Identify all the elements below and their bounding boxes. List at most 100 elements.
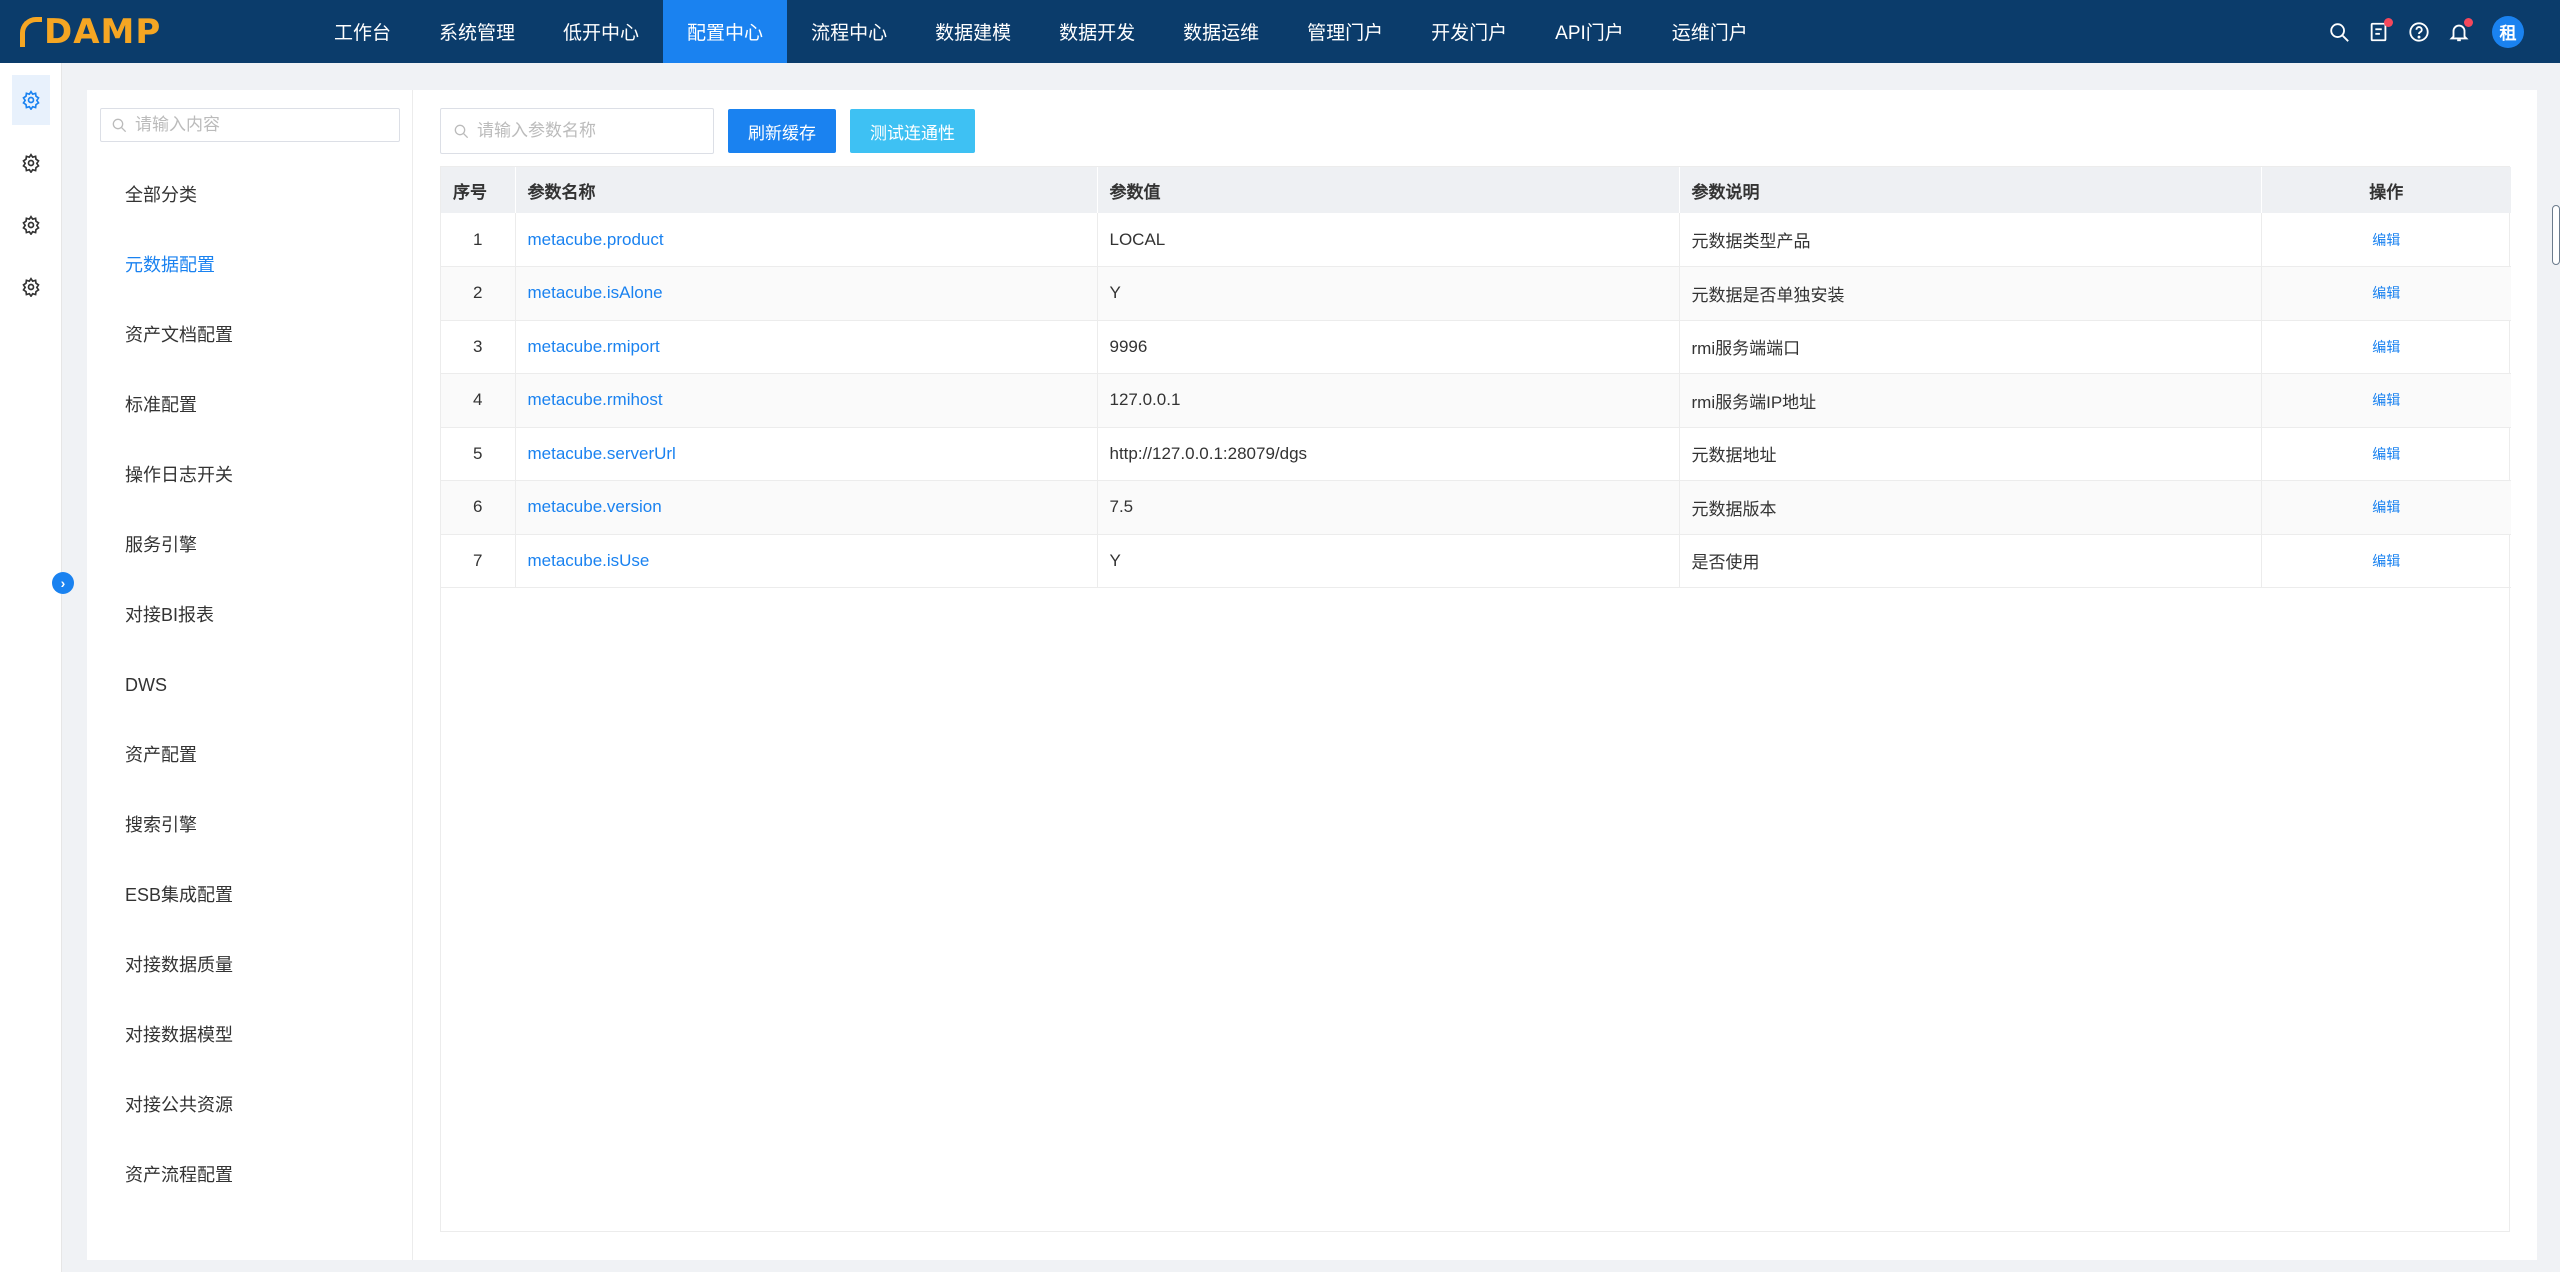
category-item[interactable]: ESB集成配置 — [87, 860, 413, 930]
row-number: 2 — [441, 266, 516, 320]
param-desc: 是否使用 — [1679, 534, 2262, 588]
nav-item-5[interactable]: 数据建模 — [911, 0, 1035, 63]
help-icon[interactable] — [2408, 21, 2430, 43]
table-row: 5 metacube.serverUrl http://127.0.0.1:2807… — [441, 427, 2511, 481]
table-header-row: 序号 参数名称 参数值 参数说明 操作 — [441, 167, 2511, 213]
nav-item-6[interactable]: 数据开发 — [1035, 0, 1159, 63]
edit-button[interactable]: 编辑 — [2372, 499, 2400, 515]
table-row: 6 metacube.version 7.5 元数据版本 编辑 — [441, 480, 2511, 534]
nav-item-4[interactable]: 流程中心 — [787, 0, 911, 63]
param-value: http://127.0.0.1:28079/dgs — [1097, 427, 1680, 481]
param-name[interactable]: metacube.rmihost — [515, 373, 1098, 427]
param-desc: rmi服务端端口 — [1679, 320, 2262, 374]
table-row: 7 metacube.isUse Y 是否使用 编辑 — [441, 534, 2511, 588]
chevron-right-icon: › — [60, 575, 66, 591]
nav-item-8[interactable]: 管理门户 — [1283, 0, 1407, 63]
param-value: 9996 — [1097, 320, 1680, 374]
param-name[interactable]: metacube.serverUrl — [515, 427, 1098, 481]
edit-button[interactable]: 编辑 — [2372, 553, 2400, 569]
category-item[interactable]: 标准配置 — [87, 370, 413, 440]
category-item[interactable]: 资产配置 — [87, 720, 413, 790]
bell-icon[interactable] — [2448, 17, 2473, 43]
param-value: Y — [1097, 534, 1680, 588]
logo-text: DAMP — [44, 12, 162, 52]
param-value: 7.5 — [1097, 480, 1680, 534]
param-desc: 元数据地址 — [1679, 427, 2262, 481]
action-cell: 编辑 — [2261, 534, 2511, 588]
top-toolbar: 租 — [2328, 0, 2524, 63]
user-avatar[interactable]: 租 — [2492, 15, 2524, 48]
header-name: 参数名称 — [515, 167, 1098, 213]
edit-button[interactable]: 编辑 — [2372, 392, 2400, 408]
row-number: 4 — [441, 373, 516, 427]
nav-item-7[interactable]: 数据运维 — [1159, 0, 1283, 63]
logo-mark-icon — [20, 17, 42, 47]
row-number: 7 — [441, 534, 516, 588]
category-item[interactable]: 资产流程配置 — [87, 1140, 413, 1210]
app-logo[interactable]: DAMP — [20, 12, 162, 52]
expand-sidebar-button[interactable]: › — [52, 572, 74, 594]
category-item[interactable]: 对接BI报表 — [87, 580, 413, 650]
category-item[interactable]: 服务引擎 — [87, 510, 413, 580]
nav-item-2[interactable]: 低开中心 — [539, 0, 663, 63]
rail-item-2[interactable] — [12, 138, 50, 188]
table-row: 2 metacube.isAlone Y 元数据是否单独安装 编辑 — [441, 266, 2511, 320]
test-connection-button[interactable]: 测试连通性 — [850, 109, 975, 153]
param-desc: rmi服务端IP地址 — [1679, 373, 2262, 427]
category-item[interactable]: DWS — [87, 650, 413, 720]
param-search-input[interactable] — [477, 121, 713, 141]
table-row: 3 metacube.rmiport 9996 rmi服务端端口 编辑 — [441, 320, 2511, 374]
row-number: 6 — [441, 480, 516, 534]
refresh-cache-button[interactable]: 刷新缓存 — [728, 109, 836, 153]
nav-item-10[interactable]: API门户 — [1531, 0, 1648, 63]
param-search — [440, 108, 714, 154]
edit-button[interactable]: 编辑 — [2372, 232, 2400, 248]
category-item[interactable]: 对接数据模型 — [87, 1000, 413, 1070]
category-item[interactable]: 全部分类 — [87, 160, 413, 230]
header-desc: 参数说明 — [1679, 167, 2262, 213]
category-item[interactable]: 对接公共资源 — [87, 1070, 413, 1140]
param-name[interactable]: metacube.rmiport — [515, 320, 1098, 374]
rail-item-4[interactable] — [12, 262, 50, 312]
category-search — [100, 108, 400, 142]
header-action: 操作 — [2369, 182, 2404, 202]
param-value: Y — [1097, 266, 1680, 320]
top-bar: DAMP 工作台 系统管理 低开中心 配置中心 流程中心 数据建模 数据开发 数据运维 管理门户… — [0, 0, 2560, 63]
gear-icon — [22, 215, 40, 235]
row-number: 3 — [441, 320, 516, 374]
category-item[interactable]: 资产文档配置 — [87, 300, 413, 370]
action-cell: 编辑 — [2261, 427, 2511, 481]
category-search-input[interactable] — [135, 115, 399, 135]
category-item[interactable]: 操作日志开关 — [87, 440, 413, 510]
nav-item-9[interactable]: 开发门户 — [1407, 0, 1531, 63]
category-item[interactable]: 元数据配置 — [87, 230, 413, 300]
category-item[interactable]: 搜索引擎 — [87, 790, 413, 860]
left-rail — [0, 63, 62, 1272]
nav-item-0[interactable]: 工作台 — [310, 0, 415, 63]
page-scrollbar[interactable] — [2552, 205, 2560, 265]
rail-item-1[interactable] — [12, 75, 50, 125]
param-name[interactable]: metacube.isAlone — [515, 266, 1098, 320]
nav-item-3[interactable]: 配置中心 — [663, 0, 788, 63]
header-value: 参数值 — [1097, 167, 1680, 213]
param-name[interactable]: metacube.isUse — [515, 534, 1098, 588]
edit-button[interactable]: 编辑 — [2372, 285, 2400, 301]
param-name[interactable]: metacube.version — [515, 480, 1098, 534]
rail-item-3[interactable] — [12, 200, 50, 250]
param-desc: 元数据版本 — [1679, 480, 2262, 534]
nav-item-1[interactable]: 系统管理 — [415, 0, 539, 63]
category-item[interactable]: 对接数据质量 — [87, 930, 413, 1000]
search-icon — [111, 117, 127, 133]
nav-item-11[interactable]: 运维门户 — [1648, 0, 1772, 63]
search-icon[interactable] — [2328, 21, 2350, 43]
action-cell: 编辑 — [2261, 320, 2511, 374]
row-number: 1 — [441, 213, 516, 267]
edit-button[interactable]: 编辑 — [2372, 339, 2400, 355]
gear-icon — [22, 153, 40, 173]
header-no: 序号 — [441, 167, 516, 213]
edit-button[interactable]: 编辑 — [2372, 446, 2400, 462]
param-table: 序号 参数名称 参数值 参数说明 操作 1 metacube.product LOC… — [441, 167, 2511, 588]
content-area: 刷新缓存 测试连通性 序号 参数名称 参数值 参数说明 — [440, 90, 2511, 1260]
param-name[interactable]: metacube.product — [515, 213, 1098, 267]
task-icon[interactable] — [2368, 17, 2393, 43]
